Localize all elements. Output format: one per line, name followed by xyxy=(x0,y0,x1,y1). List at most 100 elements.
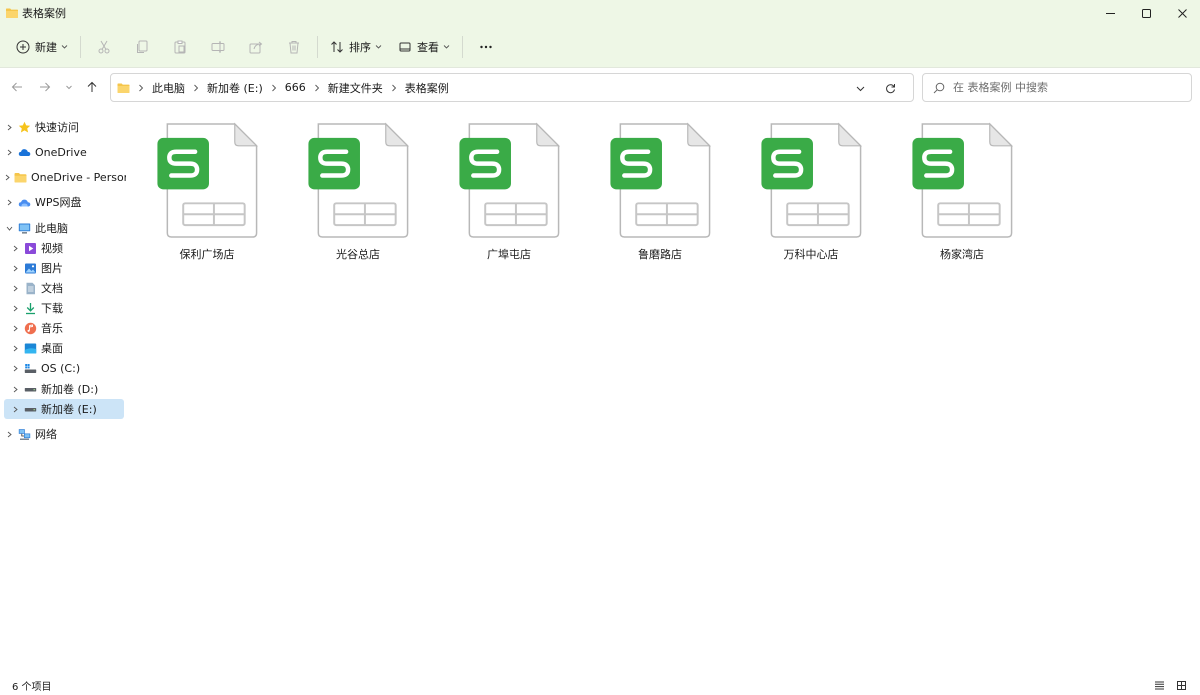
sidebar-item-drive-c[interactable]: OS (C:) xyxy=(10,358,124,378)
sidebar-item-drive-d[interactable]: 新加卷 (D:) xyxy=(10,379,124,399)
chevron-right-icon xyxy=(194,84,199,91)
sidebar-item-label: OneDrive xyxy=(35,145,87,159)
sidebar-item-desktop[interactable]: 桌面 xyxy=(10,338,124,358)
chevron-right-icon[interactable] xyxy=(10,343,20,353)
sidebar-item-this-pc[interactable]: 此电脑 xyxy=(4,218,124,238)
computer-icon xyxy=(17,222,31,235)
toolbar-divider xyxy=(317,35,318,58)
file-item[interactable]: 广埠屯店 xyxy=(444,122,574,262)
chevron-right-icon[interactable] xyxy=(10,323,20,333)
sidebar-item-network[interactable]: 网络 xyxy=(4,424,124,444)
details-view-button[interactable] xyxy=(1148,678,1170,693)
back-button[interactable] xyxy=(8,78,26,96)
recent-locations-button[interactable] xyxy=(60,78,78,96)
up-button[interactable] xyxy=(83,78,101,96)
search-box[interactable] xyxy=(922,73,1192,102)
chevron-right-icon xyxy=(271,84,276,91)
close-button[interactable] xyxy=(1164,0,1200,26)
maximize-button[interactable] xyxy=(1128,0,1164,26)
sidebar-item-pictures[interactable]: 图片 xyxy=(10,258,124,278)
chevron-right-icon xyxy=(314,84,319,91)
arrow-up-icon xyxy=(87,81,97,92)
refresh-icon xyxy=(885,83,895,93)
title-bar: 表格案例 xyxy=(0,0,1200,26)
file-item[interactable]: 光谷总店 xyxy=(293,122,423,262)
wps-spreadsheet-icon xyxy=(761,122,863,238)
chevron-right-icon[interactable] xyxy=(10,243,20,253)
file-item[interactable]: 保利广场店 xyxy=(142,122,272,262)
breadcrumb-item[interactable]: 表格案例 xyxy=(405,80,449,96)
sidebar-item-onedrive-personal[interactable]: OneDrive - Person xyxy=(4,167,126,187)
forward-button[interactable] xyxy=(36,78,54,96)
sidebar-item-downloads[interactable]: 下载 xyxy=(10,298,124,318)
chevron-right-icon[interactable] xyxy=(4,197,14,207)
network-icon xyxy=(17,428,31,441)
file-name: 保利广场店 xyxy=(179,248,235,261)
chevron-right-icon[interactable] xyxy=(10,303,20,313)
breadcrumb-item[interactable]: 666 xyxy=(285,81,306,94)
sidebar-item-label: WPS网盘 xyxy=(35,196,82,209)
details-view-icon xyxy=(1154,681,1164,690)
breadcrumb-item[interactable]: 新建文件夹 xyxy=(328,80,383,96)
file-name: 万科中心店 xyxy=(783,248,839,261)
sidebar-item-label: 新加卷 (D:) xyxy=(41,383,99,396)
chevron-right-icon[interactable] xyxy=(4,122,14,132)
copy-button[interactable] xyxy=(123,32,161,62)
wps-spreadsheet-icon xyxy=(308,122,410,238)
minimize-button[interactable] xyxy=(1092,0,1128,26)
file-name: 广埠屯店 xyxy=(487,248,531,261)
sidebar-item-label: 新加卷 (E:) xyxy=(41,403,97,416)
sidebar-item-label: OneDrive - Person xyxy=(31,170,126,184)
address-box[interactable]: 此电脑 新加卷 (E:) 666 新建文件夹 表格案例 xyxy=(110,73,914,102)
new-button[interactable]: 新建 xyxy=(8,32,76,62)
file-item[interactable]: 鲁磨路店 xyxy=(595,122,725,262)
chevron-right-icon[interactable] xyxy=(10,384,20,394)
cut-button[interactable] xyxy=(85,32,123,62)
delete-button[interactable] xyxy=(275,32,313,62)
scrollbar[interactable] xyxy=(1196,108,1200,676)
chevron-right-icon[interactable] xyxy=(4,147,14,157)
item-count: 6 个项目 xyxy=(12,682,52,693)
large-icons-view-button[interactable] xyxy=(1170,678,1192,693)
search-input[interactable] xyxy=(953,81,1183,94)
sidebar-item-documents[interactable]: 文档 xyxy=(10,278,124,298)
sidebar-item-label: 图片 xyxy=(41,262,63,275)
share-button[interactable] xyxy=(237,32,275,62)
star-icon xyxy=(17,121,31,134)
wps-spreadsheet-icon xyxy=(912,122,1014,238)
search-icon xyxy=(933,82,945,93)
sidebar-item-wps-cloud[interactable]: WPS网盘 xyxy=(4,192,124,212)
sidebar-item-music[interactable]: 音乐 xyxy=(10,318,124,338)
sidebar-item-label: 音乐 xyxy=(41,322,63,335)
rename-button[interactable] xyxy=(199,32,237,62)
sort-button[interactable]: 排序 xyxy=(322,32,390,62)
chevron-right-icon[interactable] xyxy=(10,263,20,273)
cut-icon xyxy=(98,40,110,53)
chevron-right-icon[interactable] xyxy=(4,429,14,439)
chevron-down-icon[interactable] xyxy=(4,223,14,233)
view-button[interactable]: 查看 xyxy=(390,32,458,62)
window-controls xyxy=(1092,0,1200,26)
chevron-right-icon xyxy=(391,84,396,91)
breadcrumb-item[interactable]: 此电脑 xyxy=(152,80,185,96)
large-icons-view-icon xyxy=(1176,681,1186,690)
chevron-down-icon xyxy=(61,45,68,49)
sidebar-item-drive-e[interactable]: 新加卷 (E:) xyxy=(4,399,124,419)
chevron-down-icon xyxy=(66,85,72,90)
refresh-button[interactable] xyxy=(875,80,905,96)
chevron-right-icon[interactable] xyxy=(10,404,20,414)
address-bar-row: 此电脑 新加卷 (E:) 666 新建文件夹 表格案例 xyxy=(0,68,1200,108)
file-item[interactable]: 杨家湾店 xyxy=(897,122,1027,262)
close-icon xyxy=(1177,8,1187,18)
address-history-button[interactable] xyxy=(845,80,875,96)
paste-button[interactable] xyxy=(161,32,199,62)
file-item[interactable]: 万科中心店 xyxy=(746,122,876,262)
chevron-right-icon[interactable] xyxy=(10,283,20,293)
sidebar-item-videos[interactable]: 视频 xyxy=(10,238,124,258)
more-button[interactable] xyxy=(467,32,505,62)
chevron-right-icon[interactable] xyxy=(4,172,11,182)
sidebar-item-onedrive[interactable]: OneDrive xyxy=(4,142,124,162)
breadcrumb-item[interactable]: 新加卷 (E:) xyxy=(207,80,263,96)
sidebar-item-quick-access[interactable]: 快速访问 xyxy=(4,117,124,137)
chevron-right-icon[interactable] xyxy=(10,363,20,373)
